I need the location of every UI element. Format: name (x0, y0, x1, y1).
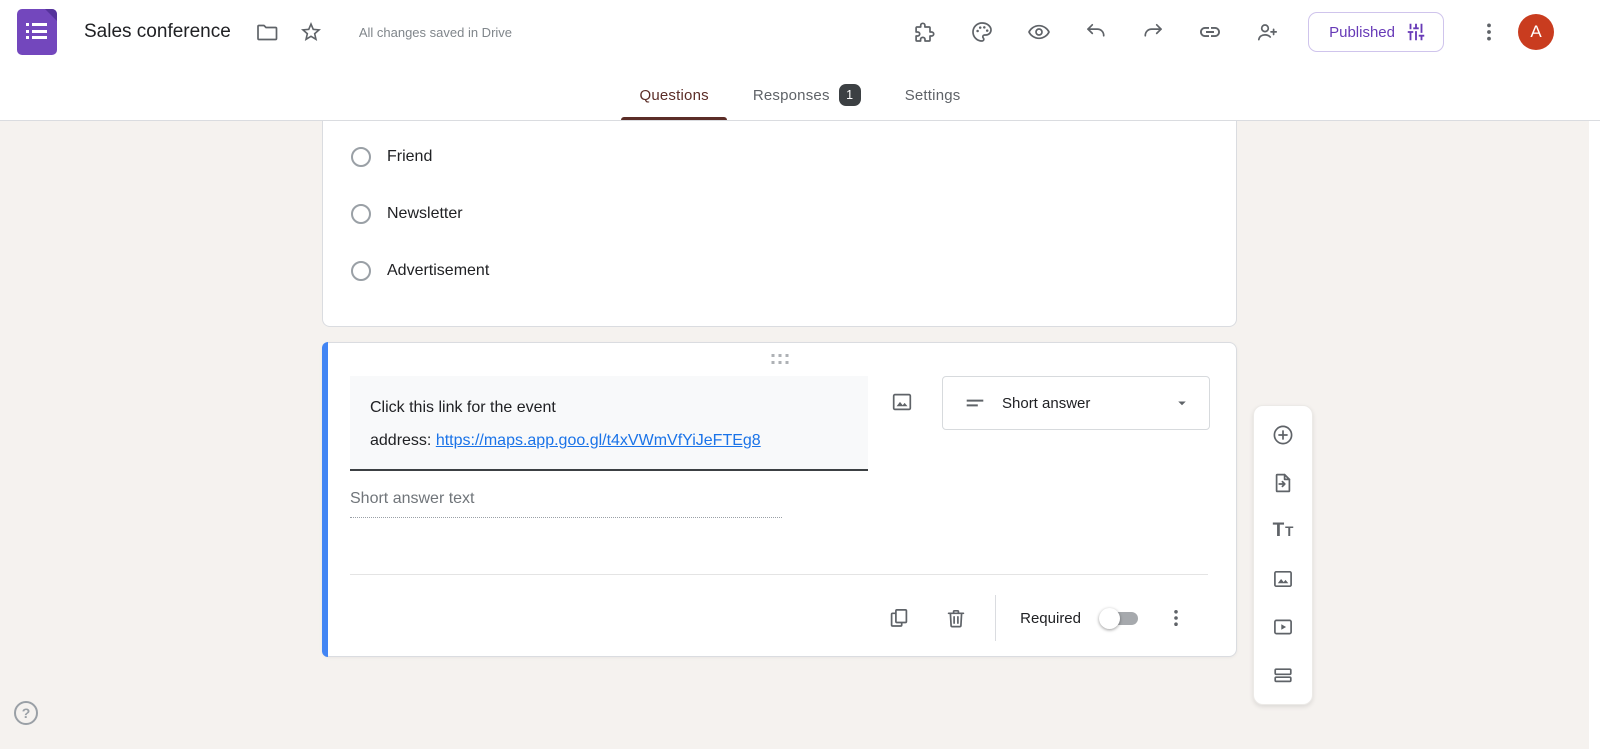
question-title-line1: Click this link for the event (370, 399, 556, 416)
help-icon: ? (21, 705, 31, 721)
published-button[interactable]: Published (1308, 12, 1444, 52)
redo-button[interactable] (1141, 20, 1165, 44)
option-row: Advertisement (351, 258, 489, 284)
image-icon (892, 393, 912, 411)
duplicate-question-button[interactable] (887, 606, 911, 630)
question-card-selected[interactable]: Click this link for the event address: h… (322, 342, 1237, 657)
trash-icon (947, 609, 965, 628)
extensions-icon (915, 22, 935, 42)
question-title-link[interactable]: https://maps.app.goo.gl/t4xVWmVfYiJeFTEg… (436, 432, 761, 449)
star-button[interactable] (299, 20, 323, 44)
option-label[interactable]: Newsletter (387, 205, 463, 223)
tab-settings[interactable]: Settings (887, 70, 979, 120)
chevron-down-icon (1178, 401, 1186, 406)
footer-divider (995, 595, 997, 641)
question-title-input[interactable]: Click this link for the event address: h… (350, 376, 868, 471)
short-answer-icon (966, 399, 984, 407)
header-actions: Published A (880, 12, 1554, 52)
card-divider (350, 574, 1208, 575)
logo-fold (45, 9, 57, 21)
tab-questions[interactable]: Questions (621, 70, 728, 120)
add-title-button[interactable]: TT (1254, 507, 1312, 555)
add-title-icon: TT (1272, 520, 1294, 541)
tune-icon (1407, 23, 1425, 41)
radio-icon[interactable] (351, 147, 371, 167)
question-more-options-button[interactable] (1164, 606, 1188, 630)
move-to-folder-button[interactable] (255, 20, 279, 44)
option-row: Newsletter (351, 201, 463, 227)
floating-action-toolbar: TT (1253, 405, 1313, 705)
undo-button[interactable] (1084, 20, 1108, 44)
form-title[interactable]: Sales conference (84, 21, 231, 43)
add-question-icon (1273, 425, 1293, 445)
forms-logo-icon[interactable] (17, 9, 57, 55)
required-toggle[interactable] (1099, 607, 1140, 629)
required-label: Required (1020, 609, 1081, 627)
add-image-icon (1274, 570, 1292, 588)
copy-responder-link-button[interactable] (1198, 20, 1222, 44)
add-question-button[interactable] (1254, 411, 1312, 459)
add-section-button[interactable] (1254, 651, 1312, 699)
app-header: Sales conference All changes saved in Dr… (0, 0, 1600, 121)
folder-icon (256, 24, 278, 41)
question-type-value: Short answer (1002, 394, 1091, 412)
option-label[interactable]: Advertisement (387, 262, 489, 280)
add-video-icon (1274, 619, 1292, 635)
top-bar: Sales conference All changes saved in Dr… (0, 0, 1600, 64)
add-image-to-question-button[interactable] (890, 390, 914, 414)
customize-theme-button[interactable] (970, 20, 994, 44)
short-answer-field[interactable]: Short answer text (350, 490, 782, 518)
selected-indicator-bar (322, 342, 328, 657)
account-avatar[interactable]: A (1518, 14, 1554, 50)
palette-icon (972, 22, 992, 42)
copy-link-icon (1200, 27, 1221, 37)
scrollbar-track[interactable] (1589, 121, 1600, 749)
question-title-line2-prefix: address: (370, 432, 436, 449)
toggle-knob (1099, 607, 1120, 629)
question-card-options[interactable]: Friend Newsletter Advertisement (322, 121, 1237, 327)
radio-icon[interactable] (351, 261, 371, 281)
option-row: Friend (351, 144, 432, 170)
redo-icon (1144, 23, 1162, 37)
question-type-select[interactable]: Short answer (942, 376, 1210, 430)
person-add-icon (1258, 24, 1278, 41)
tab-responses-label: Responses (752, 86, 830, 104)
preview-eye-icon (1028, 24, 1050, 40)
preview-button[interactable] (1027, 20, 1051, 44)
add-ons-button[interactable] (913, 20, 937, 44)
radio-icon[interactable] (351, 204, 371, 224)
share-button[interactable] (1255, 20, 1279, 44)
option-label[interactable]: Friend (387, 148, 432, 166)
tab-questions-label: Questions (639, 86, 709, 104)
add-video-button[interactable] (1254, 603, 1312, 651)
undo-icon (1087, 23, 1105, 37)
logo-list-glyph (26, 23, 47, 43)
published-label: Published (1329, 23, 1395, 41)
more-options-button[interactable] (1477, 20, 1501, 44)
responses-count-badge: 1 (838, 84, 861, 106)
tab-responses[interactable]: Responses 1 (735, 70, 879, 120)
kebab-menu-icon (1174, 610, 1178, 626)
import-questions-icon (1275, 473, 1291, 493)
card-footer-toolbar: Required (887, 595, 1188, 641)
delete-question-button[interactable] (944, 606, 968, 630)
tab-settings-label: Settings (904, 86, 961, 104)
save-status[interactable]: All changes saved in Drive (359, 25, 512, 40)
short-answer-placeholder: Short answer text (350, 490, 475, 507)
add-image-button[interactable] (1254, 555, 1312, 603)
drag-handle[interactable] (771, 354, 788, 364)
tab-bar: Questions Responses 1 Settings (0, 70, 1600, 120)
import-questions-button[interactable] (1254, 459, 1312, 507)
help-button[interactable]: ? (14, 701, 38, 725)
add-section-icon (1274, 668, 1292, 683)
kebab-menu-icon (1487, 23, 1491, 41)
star-icon (300, 22, 321, 41)
duplicate-icon (890, 609, 908, 627)
